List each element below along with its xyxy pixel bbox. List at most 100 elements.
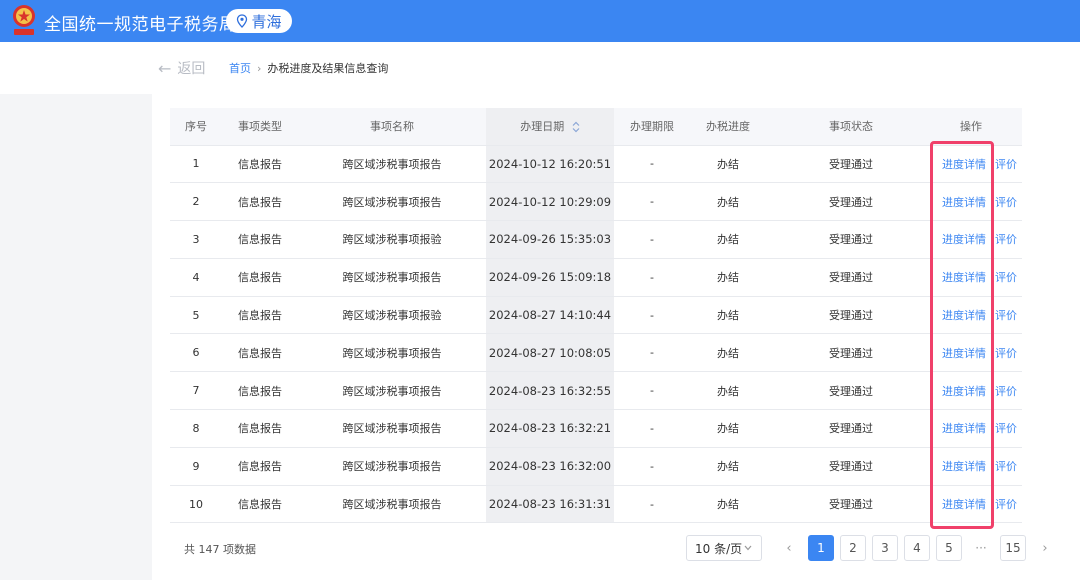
col-header-date[interactable]: 办理日期 [486,108,614,146]
location-pin-icon [237,14,248,28]
cell-operations: 进度详情 评价 [936,296,1022,335]
cell-status: 受理通过 [766,409,936,448]
breadcrumb: 首页 › 办税进度及结果信息查询 [229,60,388,76]
progress-detail-link[interactable]: 进度详情 [942,498,986,511]
evaluate-link[interactable]: 评价 [995,385,1017,398]
cell-no: 3 [170,220,222,259]
cell-progress: 办结 [690,258,766,297]
progress-detail-link[interactable]: 进度详情 [942,271,986,284]
total-count: 共 147 项数据 [184,543,256,556]
cell-progress: 办结 [690,296,766,335]
chevron-down-icon [744,545,752,551]
pagination-ellipsis: ··· [968,535,994,561]
breadcrumb-home-link[interactable]: 首页 [229,60,251,76]
next-page-button[interactable]: › [1032,535,1058,561]
cell-date: 2024-08-27 10:08:05 [486,333,614,373]
cell-limit: - [614,220,690,259]
page-button[interactable]: 3 [872,535,898,561]
cell-no: 5 [170,296,222,335]
app-title: 全国统一规范电子税务局 [44,15,237,35]
cell-status: 受理通过 [766,220,936,259]
cell-status: 受理通过 [766,485,936,524]
cell-limit: - [614,485,690,524]
cell-type: 信息报告 [222,296,298,335]
evaluate-link[interactable]: 评价 [995,460,1017,473]
sub-header: ← 返回 首页 › 办税进度及结果信息查询 [0,42,1080,94]
progress-detail-link[interactable]: 进度详情 [942,347,986,360]
cell-limit: - [614,409,690,448]
cell-status: 受理通过 [766,333,936,373]
cell-limit: - [614,371,690,411]
cell-no: 1 [170,145,222,184]
progress-detail-link[interactable]: 进度详情 [942,460,986,473]
cell-progress: 办结 [690,447,766,486]
page-button[interactable]: 1 [808,535,834,561]
cell-limit: - [614,145,690,184]
col-header-ops: 操作 [936,108,1022,146]
progress-detail-link[interactable]: 进度详情 [942,196,986,209]
cell-limit: - [614,182,690,222]
cell-operations: 进度详情 评价 [936,371,1022,411]
page-button[interactable]: 15 [1000,535,1026,561]
evaluate-link[interactable]: 评价 [995,422,1017,435]
cell-name: 跨区域涉税事项报验 [298,296,486,335]
cell-no: 8 [170,409,222,448]
cell-name: 跨区域涉税事项报验 [298,220,486,259]
cell-limit: - [614,258,690,297]
progress-detail-link[interactable]: 进度详情 [942,385,986,398]
evaluate-link[interactable]: 评价 [995,233,1017,246]
cell-date: 2024-09-26 15:35:03 [486,220,614,259]
cell-date: 2024-09-26 15:09:18 [486,258,614,297]
back-button[interactable]: ← 返回 [158,58,205,78]
table-row: 1 信息报告 跨区域涉税事项报告 2024-10-12 16:20:51- 办结 受理通过… [170,145,1022,184]
tax-emblem-icon [13,5,35,35]
cell-progress: 办结 [690,220,766,259]
progress-detail-link[interactable]: 进度详情 [942,422,986,435]
progress-detail-link[interactable]: 进度详情 [942,158,986,171]
col-header-status: 事项状态 [766,108,936,146]
table-row: 8 信息报告 跨区域涉税事项报告 2024-08-23 16:32:21- 办结 受理通过… [170,409,1022,448]
cell-no: 4 [170,258,222,297]
sort-icon[interactable] [572,121,580,133]
cell-limit: - [614,447,690,486]
page-size-select[interactable]: 10 条/页 [686,535,762,561]
cell-date: 2024-08-27 14:10:44 [486,296,614,335]
cell-date: 2024-08-23 16:32:21 [486,409,614,448]
table-row: 5 信息报告 跨区域涉税事项报验 2024-08-27 14:10:44- 办结 受理通过… [170,296,1022,335]
cell-type: 信息报告 [222,258,298,297]
col-header-date-label: 办理日期 [520,120,565,134]
left-panel [0,94,152,580]
cell-progress: 办结 [690,145,766,184]
evaluate-link[interactable]: 评价 [995,271,1017,284]
cell-no: 10 [170,485,222,524]
cell-progress: 办结 [690,371,766,411]
evaluate-link[interactable]: 评价 [995,347,1017,360]
cell-operations: 进度详情 评价 [936,333,1022,373]
col-header-no: 序号 [170,108,222,146]
progress-detail-link[interactable]: 进度详情 [942,233,986,246]
cell-type: 信息报告 [222,333,298,373]
cell-progress: 办结 [690,409,766,448]
progress-detail-link[interactable]: 进度详情 [942,309,986,322]
evaluate-link[interactable]: 评价 [995,196,1017,209]
col-header-name: 事项名称 [298,108,486,146]
cell-name: 跨区域涉税事项报告 [298,145,486,184]
page-button[interactable]: 5 [936,535,962,561]
page-button[interactable]: 2 [840,535,866,561]
col-header-type: 事项类型 [222,108,298,146]
evaluate-link[interactable]: 评价 [995,309,1017,322]
cell-status: 受理通过 [766,447,936,486]
cell-status: 受理通过 [766,371,936,411]
evaluate-link[interactable]: 评价 [995,498,1017,511]
col-header-limit: 办理期限 [614,108,690,146]
evaluate-link[interactable]: 评价 [995,158,1017,171]
page-button[interactable]: 4 [904,535,930,561]
cell-operations: 进度详情 评价 [936,145,1022,184]
region-selector[interactable]: 青海 [226,9,292,33]
cell-type: 信息报告 [222,182,298,222]
cell-status: 受理通过 [766,296,936,335]
cell-date: 2024-08-23 16:32:00 [486,447,614,486]
prev-page-button[interactable]: ‹ [776,535,802,561]
cell-type: 信息报告 [222,220,298,259]
cell-type: 信息报告 [222,371,298,411]
